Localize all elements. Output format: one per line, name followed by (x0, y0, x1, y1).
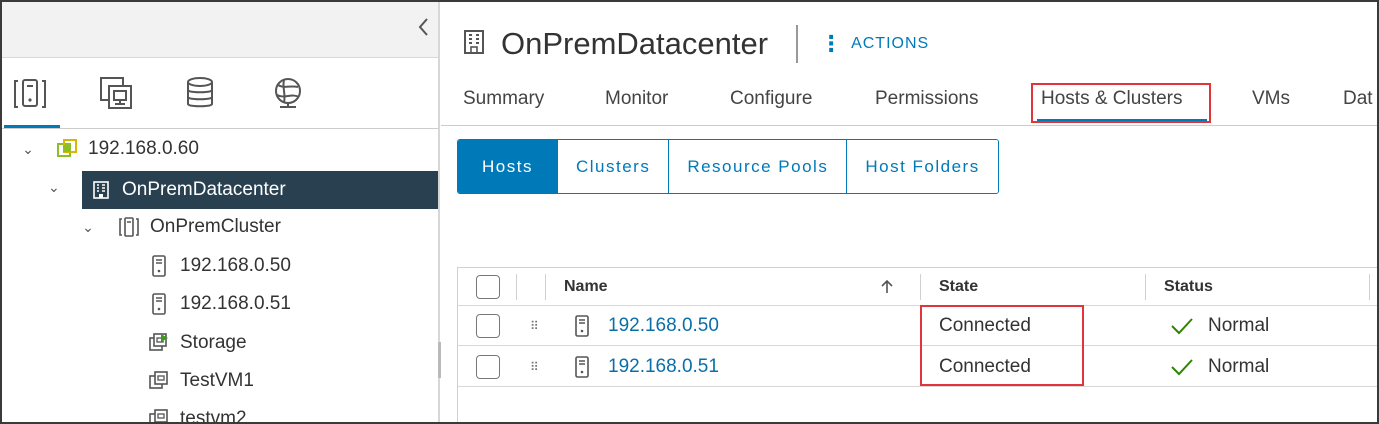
hosts-clusters-icon[interactable] (4, 75, 60, 128)
storage-icon[interactable] (182, 75, 222, 115)
tab-monitor[interactable]: Monitor (605, 88, 668, 110)
page-header: OnPremDatacenter ⋮ ACTIONS (461, 24, 929, 64)
host-icon (574, 347, 590, 386)
tree-node-label: 192.168.0.60 (88, 138, 199, 159)
vcenter-icon (56, 138, 78, 160)
table-row[interactable]: ⠿ 192.168.0.50 Connected Normal (458, 306, 1377, 346)
page-title: OnPremDatacenter (501, 26, 769, 61)
row-checkbox[interactable] (476, 313, 500, 338)
header-divider (796, 25, 799, 63)
tree-node-label: 192.168.0.51 (180, 293, 291, 314)
vm-powered-on-icon (148, 332, 170, 354)
highlight-box-tab (1031, 83, 1211, 123)
hosts-table: Name State Status ⠿ 192.168.0.50 Connect… (457, 267, 1377, 422)
tree-node-cluster[interactable]: ⌄ OnPremCluster (78, 208, 438, 246)
column-header-state[interactable]: State (939, 268, 978, 305)
tree-node-label: OnPremCluster (150, 216, 281, 237)
tree-node-label: OnPremDatacenter (122, 179, 286, 200)
tree-node-label: 192.168.0.50 (180, 255, 291, 276)
drag-handle-icon[interactable]: ⠿ (530, 306, 539, 345)
host-name-link[interactable]: 192.168.0.50 (608, 306, 719, 345)
host-icon (148, 255, 170, 277)
tree-node-vm[interactable]: testvm2 (148, 400, 438, 424)
status-cell: Normal (1208, 314, 1270, 336)
highlight-box-state (920, 305, 1084, 386)
arrow-up-icon[interactable] (880, 268, 894, 305)
drag-handle-icon[interactable]: ⠿ (530, 347, 539, 386)
tree-node-vcenter[interactable]: ⌄ 192.168.0.60 (18, 130, 438, 168)
host-icon (148, 293, 170, 315)
status-cell: Normal (1208, 355, 1270, 377)
tree-node-host[interactable]: 192.168.0.51 (148, 285, 438, 323)
select-all-checkbox[interactable] (476, 274, 500, 299)
row-checkbox[interactable] (476, 354, 500, 379)
table-row[interactable]: ⠿ 192.168.0.51 Connected Normal (458, 347, 1377, 387)
vms-templates-icon[interactable] (98, 75, 138, 115)
tab-datastores[interactable]: Dat (1343, 88, 1373, 110)
content-panel: OnPremDatacenter ⋮ ACTIONS Summary Monit… (441, 2, 1377, 422)
networking-icon[interactable] (270, 75, 310, 115)
vm-icon (148, 408, 170, 422)
tree-node-datacenter[interactable]: OnPremDatacenter (82, 171, 438, 209)
tab-summary[interactable]: Summary (463, 88, 544, 110)
vm-icon (148, 370, 170, 392)
chevron-down-icon[interactable]: ⌄ (18, 141, 38, 158)
host-icon (574, 306, 590, 345)
navigator-panel: ⌄ 192.168.0.60 OnPremDatacenter ⌄ ⌄ OnPr… (2, 2, 438, 424)
chevron-down-icon[interactable]: ⌄ (48, 179, 60, 196)
subtab-host-folders[interactable]: Host Folders (846, 140, 998, 193)
tab-vms[interactable]: VMs (1252, 88, 1290, 110)
tab-configure[interactable]: Configure (730, 88, 812, 110)
subtab-hosts[interactable]: Hosts (458, 140, 557, 193)
subtab-clusters[interactable]: Clusters (556, 140, 669, 193)
vertical-dots-icon: ⋮ (820, 31, 844, 56)
tree-node-label: TestVM1 (180, 370, 254, 391)
column-header-status[interactable]: Status (1164, 268, 1213, 305)
tree-node-vm[interactable]: Storage (148, 324, 438, 362)
chevron-down-icon[interactable]: ⌄ (78, 219, 98, 236)
navigator-icon-tabs (2, 59, 438, 129)
tree-node-host[interactable]: 192.168.0.50 (148, 247, 438, 285)
host-name-link[interactable]: 192.168.0.51 (608, 347, 719, 386)
column-header-name[interactable]: Name (564, 268, 608, 305)
actions-button[interactable]: ⋮ ACTIONS (820, 31, 930, 56)
check-icon (1170, 306, 1194, 345)
datacenter-icon (90, 179, 112, 201)
cluster-icon (118, 216, 140, 238)
chevron-left-icon[interactable] (416, 16, 436, 40)
table-header: Name State Status (458, 268, 1377, 306)
tree-node-label: testvm2 (180, 408, 247, 424)
subtab-resource-pools[interactable]: Resource Pools (668, 140, 847, 193)
navigator-toolbar (2, 2, 438, 58)
actions-label: ACTIONS (851, 35, 930, 52)
window-frame: ⌄ 192.168.0.60 OnPremDatacenter ⌄ ⌄ OnPr… (0, 0, 1379, 424)
tree-node-label: Storage (180, 332, 247, 353)
datacenter-icon (461, 28, 487, 61)
subtab-group: Hosts Clusters Resource Pools Host Folde… (457, 139, 999, 194)
main-tabs: Summary Monitor Configure Permissions Ho… (441, 80, 1377, 126)
tree-node-vm[interactable]: TestVM1 (148, 362, 438, 400)
tab-permissions[interactable]: Permissions (875, 88, 978, 110)
check-icon (1170, 347, 1194, 386)
